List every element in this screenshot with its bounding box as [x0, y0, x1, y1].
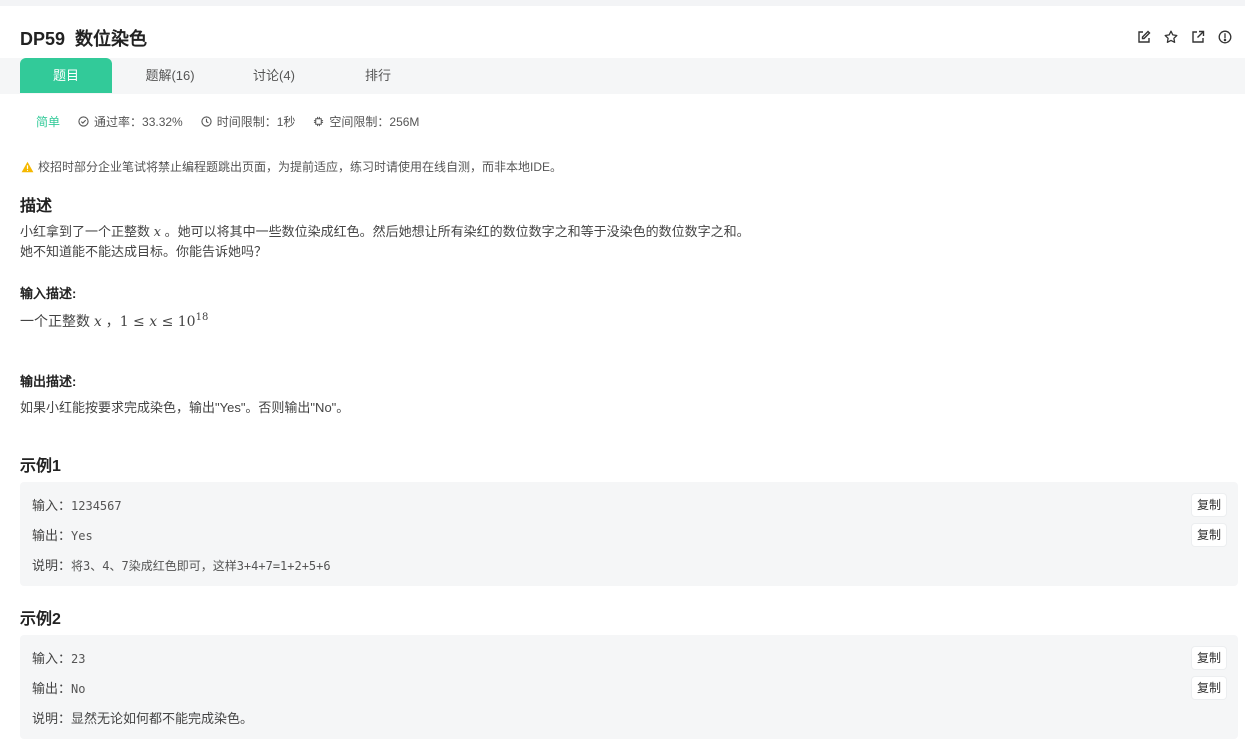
example-2-output: 输出：No	[32, 681, 86, 696]
input-desc-text: 一个正整数 x ，1 ≤ x ≤ 1018	[20, 312, 209, 330]
input-desc-heading: 输入描述:	[20, 286, 77, 301]
tab-problem[interactable]: 题目	[20, 58, 112, 93]
difficulty-badge: 简单	[36, 115, 61, 129]
chip-icon	[314, 116, 324, 127]
problem-header: DP59 数位染色	[0, 6, 1245, 58]
notice-text: 校招时部分企业笔试将禁止编程题跳出页面，为提前适应，练习时请使用在线自测，而非本…	[38, 160, 563, 174]
edit-icon[interactable]	[1135, 28, 1152, 45]
pass-rate: 通过率：33.32%	[78, 113, 183, 130]
example-2-heading: 示例2	[20, 611, 61, 628]
info-icon[interactable]	[1216, 28, 1233, 45]
tab-solutions[interactable]: 题解(16)	[125, 58, 215, 93]
problem-tabs: 题目 题解(16) 讨论(4) 排行	[0, 58, 1245, 94]
output-desc-heading: 输出描述:	[20, 374, 77, 389]
tab-discussion[interactable]: 讨论(4)	[230, 58, 318, 93]
copy-output-button[interactable]: 复制	[1192, 677, 1226, 699]
tab-ranking[interactable]: 排行	[333, 58, 423, 93]
description-line-1: 小红拿到了一个正整数 x 。她可以将其中一些数位染成红色。然后她想让所有染红的数…	[20, 224, 750, 240]
example-2-note: 说明：显然无论如何都不能完成染色。	[32, 711, 254, 726]
problem-meta: 简单 通过率：33.32% 时间限制：1秒 空间限制：256M	[36, 113, 437, 130]
copy-input-button[interactable]: 复制	[1192, 494, 1226, 516]
pass-rate-text: 通过率：33.32%	[94, 115, 183, 129]
description-line-2: 她不知道能不能达成目标。你能告诉她吗？	[20, 244, 268, 259]
example-1-panel: 输入：1234567 复制 输出：Yes 复制 说明：将3、4、7染成红色即可，…	[20, 482, 1238, 586]
memory-limit-text: 空间限制：256M	[329, 115, 420, 129]
output-desc-text: 如果小红能按要求完成染色，输出"Yes"。否则输出"No"。	[20, 400, 350, 415]
warning-icon	[21, 161, 34, 172]
problem-title: 数位染色	[75, 29, 148, 49]
problem-id: DP59	[20, 29, 66, 49]
copy-input-button[interactable]: 复制	[1192, 647, 1226, 669]
description-heading: 描述	[20, 198, 53, 215]
time-limit: 时间限制：1秒	[201, 113, 296, 130]
clock-icon	[201, 116, 212, 127]
external-link-icon[interactable]	[1189, 28, 1206, 45]
example-1-input: 输入：1234567	[32, 498, 122, 513]
header-actions	[1135, 28, 1233, 45]
example-1-output: 输出：Yes	[32, 528, 93, 543]
example-2-panel: 输入：23 复制 输出：No 复制 说明：显然无论如何都不能完成染色。	[20, 635, 1238, 739]
check-circle-icon	[78, 116, 89, 127]
notice-bar: 校招时部分企业笔试将禁止编程题跳出页面，为提前适应，练习时请使用在线自测，而非本…	[21, 158, 562, 175]
example-2-input: 输入：23	[32, 651, 86, 666]
copy-output-button[interactable]: 复制	[1192, 524, 1226, 546]
problem-page: DP59 数位染色 题目 题解(16) 讨论(4) 排行 简单 通过率：33.32…	[0, 6, 1245, 742]
example-1-heading: 示例1	[20, 458, 61, 475]
memory-limit: 空间限制：256M	[313, 113, 419, 130]
star-icon[interactable]	[1162, 28, 1179, 45]
example-1-note: 说明：将3、4、7染成红色即可，这样3+4+7=1+2+5+6	[32, 558, 331, 573]
time-limit-text: 时间限制：1秒	[216, 115, 296, 129]
page-title: DP59 数位染色	[20, 25, 147, 51]
